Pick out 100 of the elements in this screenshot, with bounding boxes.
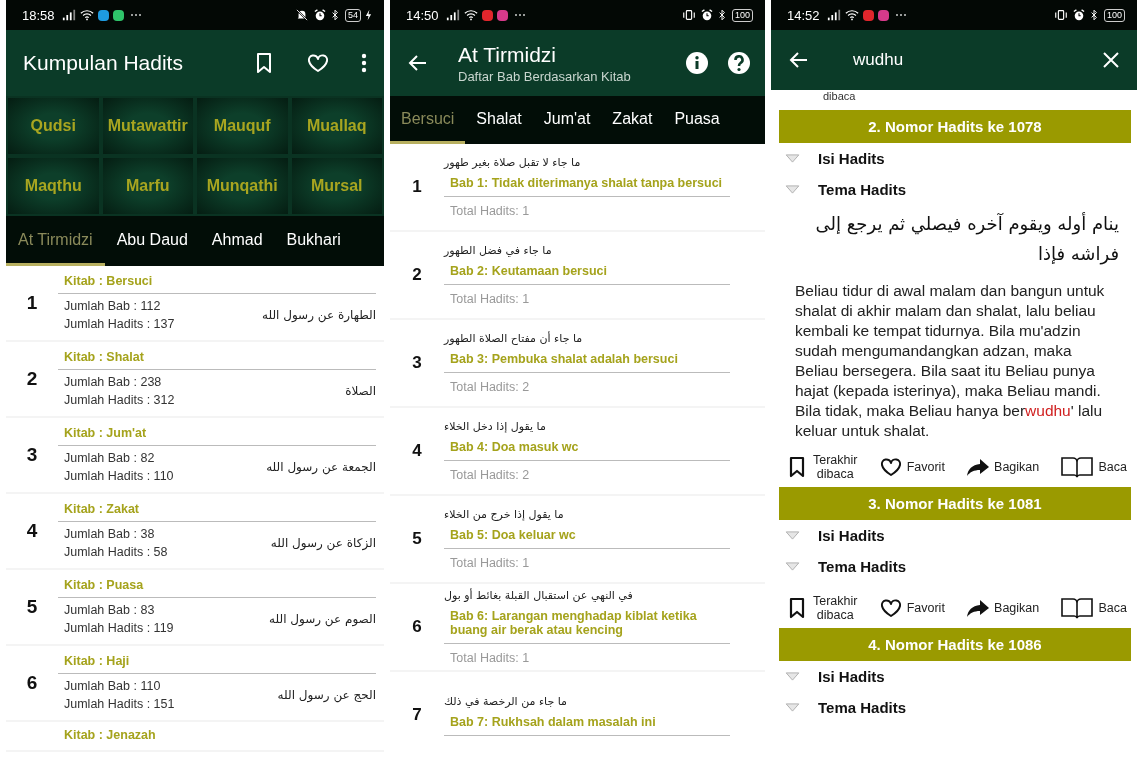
arabic-text: ينام أوله ويقوم آخره فيصلي ثم يرجع إلى فراشه فإذا	[814, 211, 1120, 267]
battery-indicator: 54	[345, 8, 361, 22]
tab[interactable]: Bukhari	[274, 216, 353, 266]
category-button[interactable]: Munqathi	[195, 156, 290, 216]
favorite-button[interactable]: Favorit	[878, 455, 945, 479]
tab[interactable]: Jum'at	[532, 96, 602, 144]
status-time: 14:50	[406, 7, 439, 23]
section-label[interactable]: Isi Hadits	[818, 527, 885, 544]
tab[interactable]: Puasa	[663, 96, 731, 144]
arabic-title: ما جاء لا تقبل صلاة بغير طهور	[444, 156, 581, 169]
category-button[interactable]: Maqthu	[6, 156, 101, 216]
last-read-button[interactable]: Terakhir dibaca	[785, 594, 858, 622]
wifi-icon	[463, 9, 478, 21]
hadits-total: Total Hadits: 1	[449, 650, 531, 665]
arabic-title: ما يقول إذا خرج من الخلاء	[444, 508, 564, 521]
tab[interactable]: Shalat	[465, 96, 533, 144]
more-notifications-icon	[894, 13, 907, 17]
hadits-count: Jumlah Hadits : 58	[64, 543, 169, 561]
tab[interactable]: Zakat	[601, 96, 664, 144]
book-icon	[1060, 455, 1095, 479]
mute-icon	[295, 9, 309, 21]
tab[interactable]: Bersuci	[390, 96, 466, 144]
item-number: 3	[411, 353, 423, 373]
category-button[interactable]: Mauquf	[195, 96, 290, 156]
arabic-title: الجمعة عن رسول الله	[266, 459, 376, 474]
arabic-title: ما جاء أن مفتاح الصلاة الطهور	[444, 332, 583, 345]
wifi-icon	[79, 9, 94, 21]
battery-indicator: 100	[731, 8, 753, 22]
result-header: 4. Nomor Hadits ke 1086	[779, 628, 1131, 661]
hadits-count: Jumlah Hadits : 119	[64, 619, 175, 637]
category-button[interactable]: Qudsi	[6, 96, 101, 156]
section-label[interactable]: Tema Hadits	[818, 181, 907, 198]
section-label[interactable]: Tema Hadits	[818, 699, 907, 716]
menu-icon[interactable]	[360, 51, 368, 75]
category-button[interactable]: Mutawattir	[100, 96, 195, 156]
bluetooth-icon	[331, 9, 339, 21]
arabic-title: الصلاة	[345, 383, 376, 398]
heart-icon	[878, 455, 903, 479]
favorite-button[interactable]: Favorit	[878, 596, 945, 620]
hadits-total: Total Hadits: 2	[449, 467, 531, 482]
bab-count: Jumlah Bab : 110	[64, 677, 162, 695]
item-number: 2	[411, 265, 423, 285]
section-label[interactable]: Isi Hadits	[818, 150, 885, 167]
status-time: 18:58	[22, 7, 55, 23]
search-bar[interactable]: wudhu	[771, 30, 1137, 90]
hadits-count: Jumlah Hadits : 151	[64, 695, 176, 713]
heart-icon[interactable]	[306, 51, 330, 75]
section-label[interactable]: Tema Hadits	[818, 558, 907, 575]
bab-count: Jumlah Bab : 82	[64, 449, 156, 467]
item-number: 5	[411, 529, 423, 549]
section-label[interactable]: Isi Hadits	[818, 668, 885, 685]
hadits-total: Total Hadits: 2	[449, 379, 531, 394]
item-number: 2	[25, 368, 39, 390]
arabic-title: ما جاء في فضل الطهور	[444, 244, 552, 257]
item-number: 3	[25, 444, 39, 466]
heart-icon	[878, 596, 903, 620]
help-icon[interactable]	[727, 51, 751, 75]
tab[interactable]: Ahmad	[199, 216, 275, 266]
tab[interactable]: Abu Daud	[104, 216, 200, 266]
wifi-icon	[844, 9, 859, 21]
search-field[interactable]: wudhu	[847, 46, 1089, 74]
category-button[interactable]: Marfu	[100, 156, 195, 216]
read-button[interactable]: Baca	[1060, 596, 1127, 620]
more-notifications-icon	[513, 13, 526, 17]
hadits-count: Jumlah Hadits : 137	[64, 315, 176, 333]
status-time: 14:52	[787, 7, 820, 23]
info-icon[interactable]	[685, 51, 709, 75]
item-number: 5	[25, 596, 39, 618]
last-read-button[interactable]: Terakhir dibaca	[785, 453, 858, 481]
arabic-title: الزكاة عن رسول الله	[270, 535, 376, 550]
hadits-total: Total Hadits: 1	[449, 203, 531, 218]
item-number: 6	[411, 617, 423, 637]
category-button[interactable]: Mursal	[289, 156, 384, 216]
item-number: 4	[25, 520, 39, 542]
signal-icon	[61, 9, 76, 21]
battery-indicator: 100	[1103, 8, 1125, 22]
screen-subtitle: Daftar Bab Berdasarkan Kitab	[458, 68, 632, 84]
read-button[interactable]: Baca	[1060, 455, 1127, 479]
category-button[interactable]: Muallaq	[289, 96, 384, 156]
bab-count: Jumlah Bab : 238	[64, 373, 163, 391]
item-number: 7	[411, 705, 423, 725]
bab-count: Jumlah Bab : 112	[64, 297, 162, 315]
book-icon	[1060, 596, 1095, 620]
hadits-total: Total Hadits: 1	[449, 555, 531, 570]
arabic-title: ما يقول إذا دخل الخلاء	[444, 420, 546, 433]
translation-text: Beliau tidur di awal malam dan bangun untuk shalat di akhir malam dan shalat, lalu beliau kembali ke tempat tidurnya. Bila mu'adzin sudah mengumandangkan adzan, maka Beliau bersegera. Bila saat itu Beliau punya hajat (kepada isterinya), maka Beliau mandi. Bila tidak, maka Beliau hanya berwudhu' lalu keluar untuk shalat.	[794, 281, 1106, 441]
vibrate-icon	[681, 9, 696, 21]
bab-count: Jumlah Bab : 83	[64, 601, 156, 619]
tab[interactable]: At Tirmidzi	[6, 216, 105, 266]
signal-icon	[445, 9, 460, 21]
alarm-icon	[699, 9, 714, 21]
alarm-icon	[313, 9, 327, 21]
action-label: dibaca	[823, 90, 856, 103]
arabic-title: في النهي عن استقبال القبلة بغائط أو بول	[444, 589, 633, 602]
alarm-icon	[1071, 9, 1086, 21]
item-number: 4	[411, 441, 423, 461]
vibrate-icon	[1053, 9, 1068, 21]
share-button[interactable]: Bagikan	[966, 455, 1040, 479]
share-button[interactable]: Bagikan	[966, 596, 1040, 620]
app-title: Kumpulan Hadits	[23, 51, 184, 75]
